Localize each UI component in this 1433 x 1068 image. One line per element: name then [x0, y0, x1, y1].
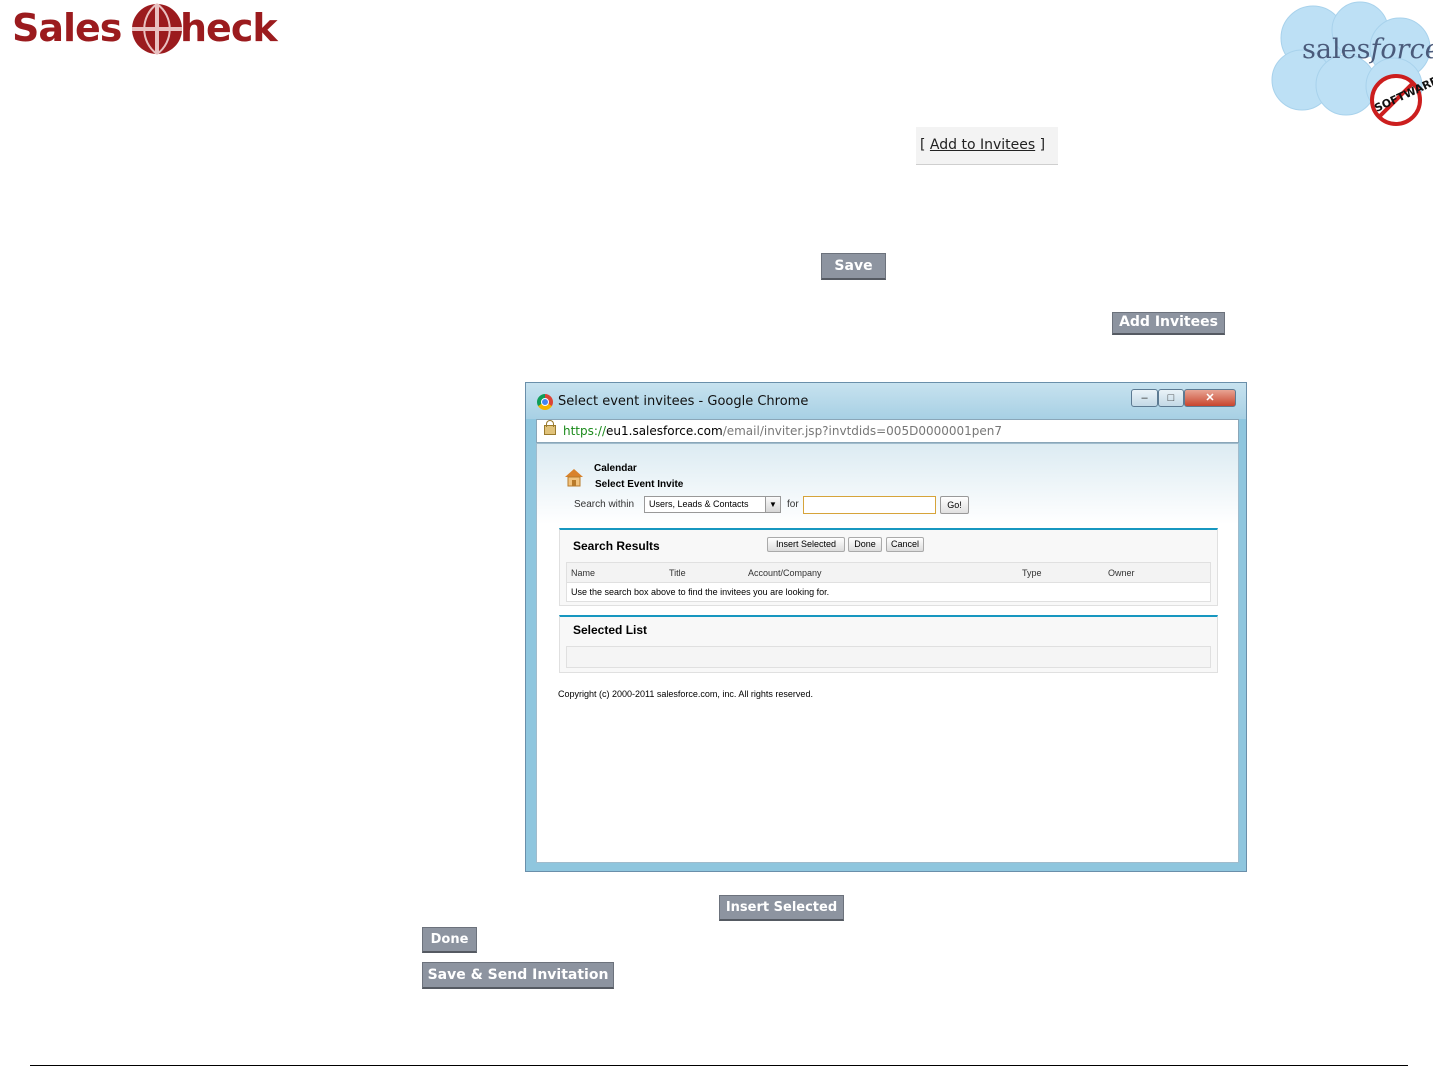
col-title[interactable]: Title — [669, 568, 686, 578]
chevron-down-icon[interactable]: ▼ — [765, 497, 780, 512]
for-label: for — [787, 499, 799, 510]
insert-selected-image-button[interactable]: Insert Selected — [719, 895, 844, 921]
breadcrumb[interactable]: Calendar — [594, 463, 637, 474]
logo-text-sales: Sales — [12, 6, 122, 50]
go-button[interactable]: Go! — [940, 496, 969, 514]
globe-icon — [132, 3, 182, 55]
logo-text-heck: heck — [180, 6, 278, 50]
search-input[interactable] — [803, 496, 936, 514]
page-title: Select Event Invite — [595, 479, 684, 490]
cancel-button[interactable]: Cancel — [886, 537, 924, 552]
invitee-popup-window: Select event invitees - Google Chrome – … — [525, 382, 1247, 872]
search-within-label: Search within — [574, 499, 635, 510]
window-title: Select event invitees - Google Chrome — [558, 394, 809, 409]
table-header: Name Title Account/Company Type Owner — [567, 563, 1210, 583]
copyright-text: Copyright (c) 2000-2011 salesforce.com, … — [558, 689, 813, 699]
popup-content: Calendar Select Event Invite Search with… — [536, 443, 1239, 863]
add-to-invitees-label[interactable]: Add to Invitees — [930, 137, 1035, 153]
page-divider — [30, 1065, 1408, 1066]
salesforce-logo: salesforce SOFTWARE — [1268, 0, 1433, 130]
bracket-open: [ — [920, 137, 930, 153]
done-button[interactable]: Done — [848, 537, 882, 552]
search-scope-select[interactable]: Users, Leads & Contacts ▼ — [644, 496, 781, 513]
selected-list-panel: Selected List — [559, 615, 1218, 673]
url-scheme: https:// — [563, 424, 607, 438]
search-scope-value: Users, Leads & Contacts — [649, 499, 749, 509]
url-host: eu1.salesforce.com — [606, 424, 723, 438]
results-table: Name Title Account/Company Type Owner Us… — [566, 562, 1211, 602]
chrome-icon — [537, 394, 553, 410]
col-name[interactable]: Name — [571, 568, 595, 578]
selected-list-title: Selected List — [573, 623, 648, 637]
save-button[interactable]: Save — [821, 253, 886, 280]
salesforce-wordmark: salesforce — [1302, 34, 1433, 65]
close-icon[interactable]: ✕ — [1184, 389, 1236, 407]
add-to-invitees-link[interactable]: [ Add to Invitees ] — [916, 127, 1058, 165]
done-image-button[interactable]: Done — [422, 927, 477, 953]
minimize-icon[interactable]: – — [1131, 389, 1158, 407]
empty-results-message: Use the search box above to find the inv… — [571, 587, 830, 597]
add-invitees-button[interactable]: Add Invitees — [1112, 312, 1225, 335]
bracket-close: ] — [1035, 137, 1046, 153]
lock-icon — [544, 420, 556, 435]
cloud-icon — [1271, 1, 1431, 126]
insert-selected-button[interactable]: Insert Selected — [767, 537, 845, 552]
maximize-icon[interactable]: □ — [1158, 389, 1184, 407]
col-type[interactable]: Type — [1022, 568, 1042, 578]
search-results-panel: Search Results Insert Selected Done Canc… — [559, 528, 1218, 606]
save-send-invitation-button[interactable]: Save & Send Invitation — [422, 962, 614, 989]
search-results-title: Search Results — [573, 539, 660, 553]
col-owner[interactable]: Owner — [1108, 568, 1135, 578]
url-path: /email/inviter.jsp?invtdids=005D0000001p… — [722, 424, 1002, 438]
address-bar[interactable]: https://eu1.salesforce.com/email/inviter… — [536, 419, 1239, 443]
salescheck-logo: Sales heck — [12, 2, 292, 58]
col-account[interactable]: Account/Company — [748, 568, 822, 578]
selected-list-box — [566, 646, 1211, 668]
house-icon — [565, 469, 583, 487]
window-titlebar: Select event invitees - Google Chrome – … — [526, 383, 1246, 419]
